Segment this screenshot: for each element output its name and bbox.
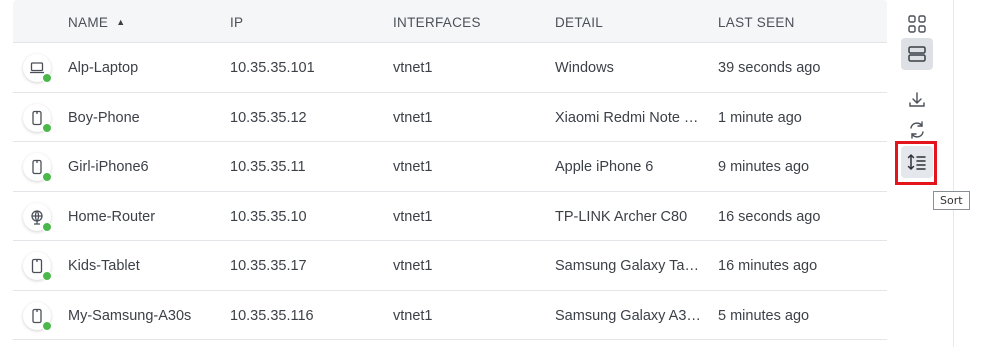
device-name[interactable]: Alp-Laptop	[68, 60, 138, 76]
list-view-button[interactable]	[901, 38, 933, 70]
devices-table: NAME ▲ IP INTERFACES DETAIL LAST SEEN Alp…	[13, 0, 887, 340]
refresh-icon	[910, 121, 924, 139]
column-header-interfaces[interactable]: INTERFACES	[393, 15, 481, 30]
online-status-dot	[42, 122, 52, 133]
device-last-seen: 1 minute ago	[718, 109, 802, 126]
device-ip: 10.35.35.10	[230, 208, 307, 225]
device-interface: vtnet1	[393, 159, 433, 175]
device-interface: vtnet1	[393, 258, 433, 274]
device-avatar	[23, 252, 52, 281]
sort-button-highlight	[895, 141, 937, 185]
device-detail: Samsung Galaxy Ta…	[555, 258, 699, 274]
device-detail: TP-LINK Archer C80	[555, 208, 688, 225]
online-status-dot	[42, 271, 52, 281]
device-last-seen: 5 minutes ago	[718, 307, 810, 324]
device-detail: Xiaomi Redmi Note …	[555, 109, 699, 126]
grid-view-button[interactable]	[901, 8, 933, 40]
device-ip: 10.35.35.116	[230, 307, 314, 324]
device-detail: Windows	[555, 60, 614, 76]
sort-ascending-icon: ▲	[116, 17, 126, 27]
column-header-name-label: NAME	[68, 15, 109, 30]
online-status-dot	[42, 172, 52, 182]
device-ip: 10.35.35.12	[230, 109, 307, 126]
device-interface: vtnet1	[393, 60, 433, 76]
device-last-seen: 9 minutes ago	[718, 159, 810, 175]
device-avatar	[23, 103, 52, 133]
column-header-name[interactable]: NAME ▲	[68, 15, 125, 30]
device-avatar	[23, 54, 52, 83]
device-name[interactable]: Kids-Tablet	[68, 258, 140, 274]
column-header-detail[interactable]: DETAIL	[555, 15, 603, 30]
device-name[interactable]: Girl-iPhone6	[68, 159, 149, 175]
online-status-dot	[42, 73, 52, 83]
download-icon	[909, 92, 925, 107]
table-row[interactable]: My-Samsung-A30s 10.35.35.116 vtnet1 Sams…	[13, 290, 887, 340]
device-ip: 10.35.35.11	[230, 159, 306, 175]
device-avatar	[23, 153, 52, 182]
device-avatar	[23, 202, 52, 232]
device-name[interactable]: My-Samsung-A30s	[68, 308, 191, 324]
device-ip: 10.35.35.101	[230, 60, 315, 76]
table-header: NAME ▲ IP INTERFACES DETAIL LAST SEEN	[13, 0, 887, 43]
panel-divider	[953, 0, 954, 347]
table-row[interactable]: Boy-Phone 10.35.35.12 vtnet1 Xiaomi Redm…	[13, 92, 887, 142]
device-interface: vtnet1	[393, 208, 433, 225]
device-detail: Apple iPhone 6	[555, 159, 654, 175]
table-row[interactable]: Kids-Tablet 10.35.35.17 vtnet1 Samsung G…	[13, 241, 887, 291]
device-avatar	[23, 301, 52, 331]
device-last-seen: 16 minutes ago	[718, 258, 818, 274]
sort-tooltip: Sort	[933, 191, 970, 210]
device-interface: vtnet1	[393, 307, 433, 324]
grid-view-icon	[908, 15, 926, 33]
view-toolbar	[895, 0, 939, 347]
table-row[interactable]: Alp-Laptop 10.35.35.101 vtnet1 Windows 3…	[13, 43, 887, 93]
list-view-icon	[908, 46, 926, 62]
device-detail: Samsung Galaxy A3…	[555, 307, 701, 324]
device-name[interactable]: Home-Router	[68, 209, 155, 225]
column-header-ip[interactable]: IP	[230, 15, 243, 30]
table-row[interactable]: Girl-iPhone6 10.35.35.11 vtnet1 Apple iP…	[13, 142, 887, 192]
download-button[interactable]	[901, 84, 933, 116]
column-header-last-seen[interactable]: LAST SEEN	[718, 15, 795, 30]
device-last-seen: 16 seconds ago	[718, 208, 821, 225]
online-status-dot	[42, 221, 52, 232]
device-last-seen: 39 seconds ago	[718, 60, 821, 76]
online-status-dot	[42, 320, 52, 331]
table-row[interactable]: Home-Router 10.35.35.10 vtnet1 TP-LINK A…	[13, 191, 887, 241]
device-name[interactable]: Boy-Phone	[68, 110, 140, 126]
device-interface: vtnet1	[393, 109, 433, 126]
device-ip: 10.35.35.17	[230, 258, 307, 274]
